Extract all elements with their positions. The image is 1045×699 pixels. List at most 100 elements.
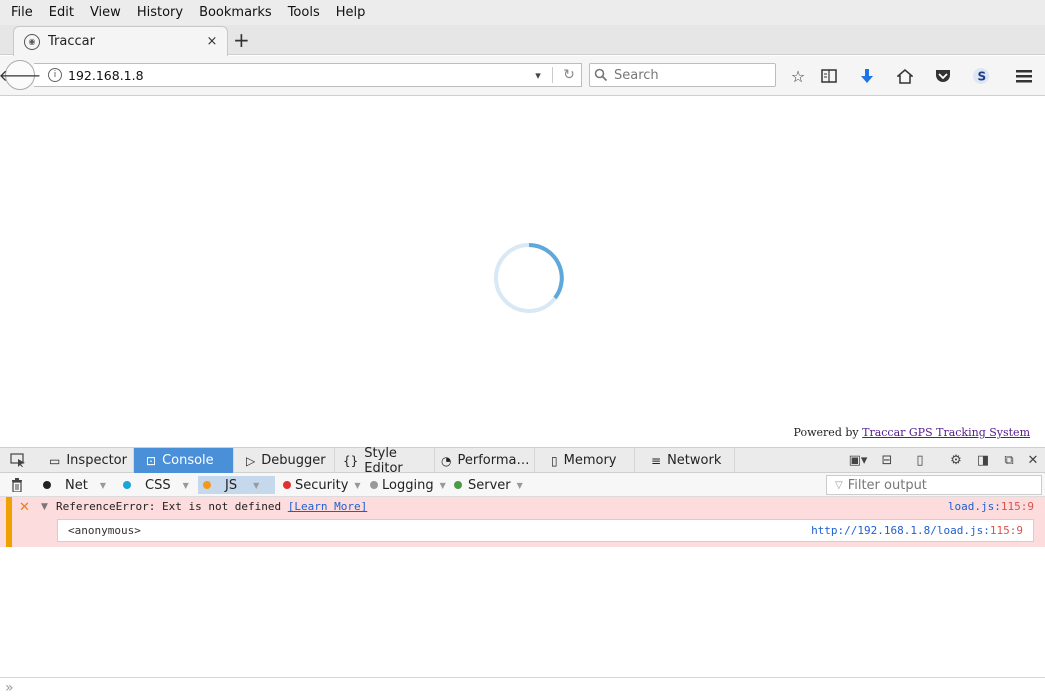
network-icon: ≡ (651, 453, 662, 468)
reload-icon[interactable]: ↻ (557, 67, 581, 83)
download-icon[interactable] (857, 66, 877, 86)
error-text: ReferenceError: Ext is not defined (56, 500, 288, 513)
menu-file[interactable]: File (3, 0, 41, 25)
chevron-down-icon: ▼ (516, 480, 523, 490)
chevron-down-icon: ▼ (439, 480, 446, 490)
extension-icon[interactable]: S (971, 66, 991, 86)
logging-dot-icon (370, 481, 378, 489)
home-icon[interactable] (895, 66, 915, 86)
clear-console-icon[interactable] (11, 476, 23, 494)
filter-net[interactable]: Net ▼ (43, 476, 106, 494)
traccar-favicon-icon: ◉ (24, 33, 40, 50)
stack-location-link[interactable]: http://192.168.1.8/load.js:115:9 (811, 524, 1023, 537)
filter-logging-label: Logging (382, 477, 434, 493)
tab-memory[interactable]: ▯ Memory (535, 448, 635, 473)
error-location-link[interactable]: load.js:115:9 (948, 500, 1034, 513)
console-input[interactable]: » (0, 677, 1045, 699)
powered-by-footer: Powered by Traccar GPS Tracking System (794, 426, 1030, 439)
chevron-down-icon: ▼ (99, 480, 106, 490)
filter-logging[interactable]: Logging ▼ (370, 476, 446, 494)
dock-side-icon[interactable]: ◨ (974, 452, 992, 468)
devtools-panel: ▭ Inspector ⊡ Console ▷ Debugger {} Style Ed… (0, 445, 1045, 699)
filter-net-label: Net (65, 477, 88, 493)
frame-select-icon[interactable]: ▣▾ (846, 452, 870, 468)
tab-performance-label: Performa… (457, 453, 530, 468)
tab-close-icon[interactable]: × (203, 34, 221, 49)
pocket-icon[interactable] (933, 66, 953, 86)
tab-debugger[interactable]: ▷ Debugger (234, 448, 335, 473)
filter-server[interactable]: Server ▼ (454, 476, 523, 494)
chevron-down-icon: ▼ (182, 480, 189, 490)
error-marker (6, 497, 12, 547)
css-dot-icon (123, 481, 131, 489)
tab-traccar[interactable]: ◉ Traccar × (13, 26, 228, 56)
back-button[interactable]: 🡐 (0, 60, 41, 90)
tab-console-label: Console (162, 453, 214, 468)
chevron-down-icon: ▼ (354, 480, 361, 490)
menu-edit[interactable]: Edit (41, 0, 82, 25)
search-icon (594, 68, 608, 82)
inspector-icon: ▭ (49, 453, 61, 468)
style-editor-icon: {} (343, 453, 359, 468)
tab-network[interactable]: ≡ Network (635, 448, 735, 473)
bookmark-star-icon[interactable]: ☆ (788, 66, 808, 86)
filter-output-input[interactable]: ▽ Filter output (826, 475, 1042, 495)
split-console-icon[interactable]: ⊟ (878, 452, 896, 468)
responsive-design-icon[interactable]: ▯ (911, 452, 929, 468)
stack-trace: <anonymous> http://192.168.1.8/load.js:1… (57, 519, 1034, 542)
settings-gear-icon[interactable]: ⚙ (947, 452, 965, 468)
error-icon: ✕ (19, 500, 30, 515)
net-dot-icon (43, 481, 51, 489)
tab-title: Traccar (48, 34, 95, 49)
menu-help[interactable]: Help (328, 0, 374, 25)
filter-css-label: CSS (145, 477, 171, 493)
tab-network-label: Network (667, 453, 722, 468)
security-dot-icon (283, 481, 291, 489)
url-bar[interactable]: i 192.168.1.8 ▾ ↻ (34, 63, 582, 87)
tab-inspector[interactable]: ▭ Inspector (37, 448, 134, 473)
reading-list-icon[interactable] (819, 66, 839, 86)
menu-bar: File Edit View History Bookmarks Tools H… (0, 0, 1045, 25)
menu-tools[interactable]: Tools (280, 0, 328, 25)
hamburger-menu-icon[interactable] (1014, 66, 1034, 86)
console-error-message: ✕ ▼ ReferenceError: Ext is not defined [… (0, 497, 1045, 547)
filter-css[interactable]: CSS ▼ (123, 476, 189, 494)
traccar-link[interactable]: Traccar GPS Tracking System (862, 426, 1030, 439)
error-location-file: load.js: (947, 500, 1001, 513)
learn-more-link[interactable]: [Learn More] (288, 500, 367, 513)
loading-spinner-icon (494, 243, 564, 313)
filter-js-label: JS (225, 477, 238, 493)
console-filter-bar: Net ▼ CSS ▼ JS ▼ Security ▼ Logging ▼ Server ▼… (0, 473, 1045, 497)
tab-debugger-label: Debugger (261, 453, 326, 468)
navigation-bar: i 192.168.1.8 ▾ ↻ 🡐 Search ☆ S (0, 56, 1045, 96)
element-picker-icon[interactable] (9, 452, 27, 468)
menu-bookmarks[interactable]: Bookmarks (191, 0, 280, 25)
filter-output-placeholder: Filter output (847, 477, 927, 493)
tab-console[interactable]: ⊡ Console (134, 448, 234, 473)
filter-js[interactable]: JS ▼ (198, 476, 275, 494)
url-text[interactable]: 192.168.1.8 (68, 68, 528, 83)
error-message-text: ReferenceError: Ext is not defined [Lear… (56, 500, 367, 513)
new-tab-button[interactable]: + (233, 29, 250, 51)
filter-server-label: Server (468, 477, 511, 493)
filter-security-label: Security (295, 477, 349, 493)
close-devtools-icon[interactable]: ✕ (1024, 452, 1042, 468)
tab-style-editor[interactable]: {} Style Editor (335, 445, 435, 476)
js-dot-icon (203, 481, 211, 489)
menu-view[interactable]: View (82, 0, 129, 25)
svg-text:S: S (978, 70, 987, 84)
site-info-icon[interactable]: i (48, 68, 62, 82)
undock-window-icon[interactable]: ⧉ (1000, 452, 1018, 468)
filter-security[interactable]: Security ▼ (283, 476, 361, 494)
tab-performance[interactable]: ◔ Performa… (435, 448, 535, 473)
tab-style-editor-label: Style Editor (364, 445, 403, 476)
performance-icon: ◔ (441, 453, 452, 468)
url-separator (552, 67, 553, 83)
url-dropdown-icon[interactable]: ▾ (528, 69, 548, 82)
back-arrow-icon: 🡐 (0, 66, 42, 85)
expand-twisty-icon[interactable]: ▼ (41, 502, 48, 512)
menu-history[interactable]: History (129, 0, 191, 25)
debugger-icon: ▷ (246, 453, 256, 468)
memory-icon: ▯ (551, 453, 558, 468)
search-bar[interactable]: Search (589, 63, 776, 87)
